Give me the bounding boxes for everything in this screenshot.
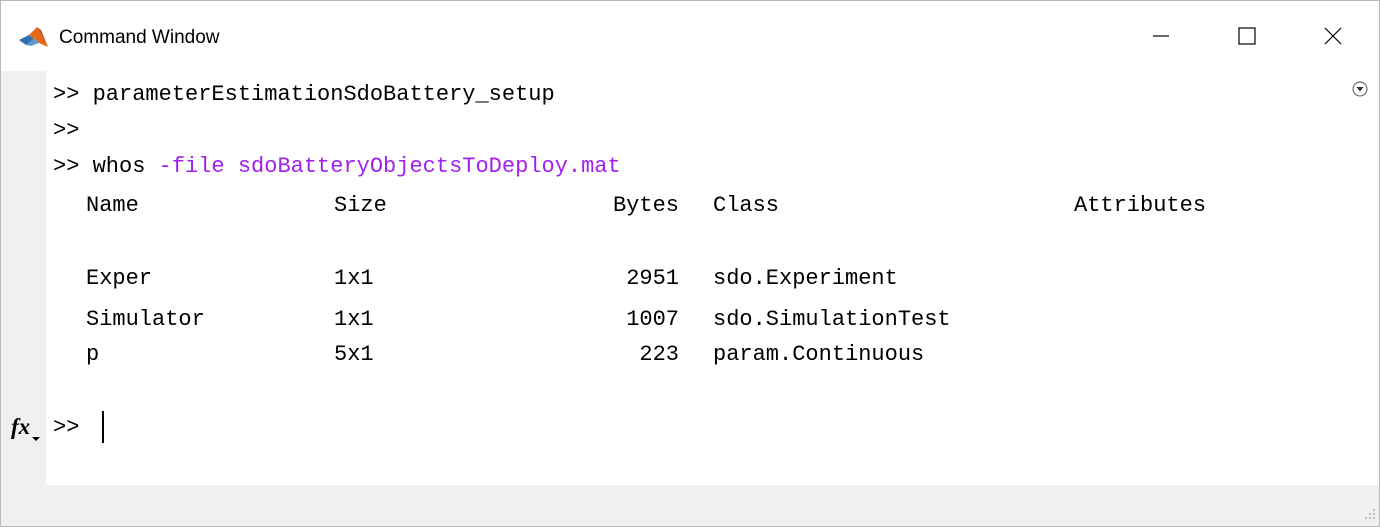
history-line: >> parameterEstimationSdoBattery_setup <box>53 82 555 108</box>
column-header-size: Size <box>334 193 387 218</box>
close-icon <box>1324 27 1342 45</box>
table-cell-name: Exper <box>86 266 153 291</box>
chevron-down-circle-icon[interactable] <box>1352 81 1368 97</box>
column-header-bytes: Bytes <box>612 193 679 218</box>
table-cell-size: 5x1 <box>334 342 374 367</box>
title-bar[interactable]: Command Window <box>1 1 1379 71</box>
table-cell-size: 1x1 <box>334 307 374 332</box>
command-argument: -file sdoBatteryObjectsToDeploy.mat <box>158 154 621 179</box>
table-cell-bytes: 2951 <box>626 266 679 291</box>
table-cell-bytes: 1007 <box>626 307 679 332</box>
history-line: >> <box>53 118 79 144</box>
prompt-symbol: >> <box>53 82 80 107</box>
maximize-icon <box>1238 27 1256 45</box>
prompt-symbol: >> <box>53 118 80 143</box>
prompt-symbol: >> <box>53 415 80 440</box>
window-title: Command Window <box>59 27 220 48</box>
minimize-icon <box>1153 35 1169 37</box>
column-header-name: Name <box>86 193 139 218</box>
table-cell-name: p <box>86 342 100 367</box>
table-cell-bytes: 223 <box>639 342 679 367</box>
fx-dropdown-caret-icon <box>32 437 40 441</box>
maximize-button[interactable] <box>1201 1 1293 71</box>
minimize-button[interactable] <box>1115 1 1207 71</box>
matlab-logo-icon <box>19 27 48 47</box>
command-text: parameterEstimationSdoBattery_setup <box>92 82 555 107</box>
text-cursor <box>102 411 104 443</box>
table-cell-size: 1x1 <box>334 266 374 291</box>
table-cell-class: param.Continuous <box>713 342 925 367</box>
table-cell-class: sdo.Experiment <box>713 266 898 291</box>
history-line: >> whos -file sdoBatteryObjectsToDeploy.… <box>53 154 621 180</box>
prompt-symbol: >> <box>53 154 80 179</box>
table-cell-class: sdo.SimulationTest <box>713 307 951 332</box>
command-text: whos <box>92 154 146 179</box>
function-browser-icon[interactable]: fx <box>11 414 30 440</box>
command-window: Command Window >> parameterEstimationSdo… <box>0 0 1380 527</box>
resize-grip-icon[interactable] <box>1363 507 1377 521</box>
table-cell-name: Simulator <box>86 307 205 332</box>
column-header-attributes: Attributes <box>1074 193 1207 218</box>
close-button[interactable] <box>1287 1 1379 71</box>
active-prompt-line[interactable]: >> <box>53 415 79 441</box>
column-header-class: Class <box>713 193 780 218</box>
